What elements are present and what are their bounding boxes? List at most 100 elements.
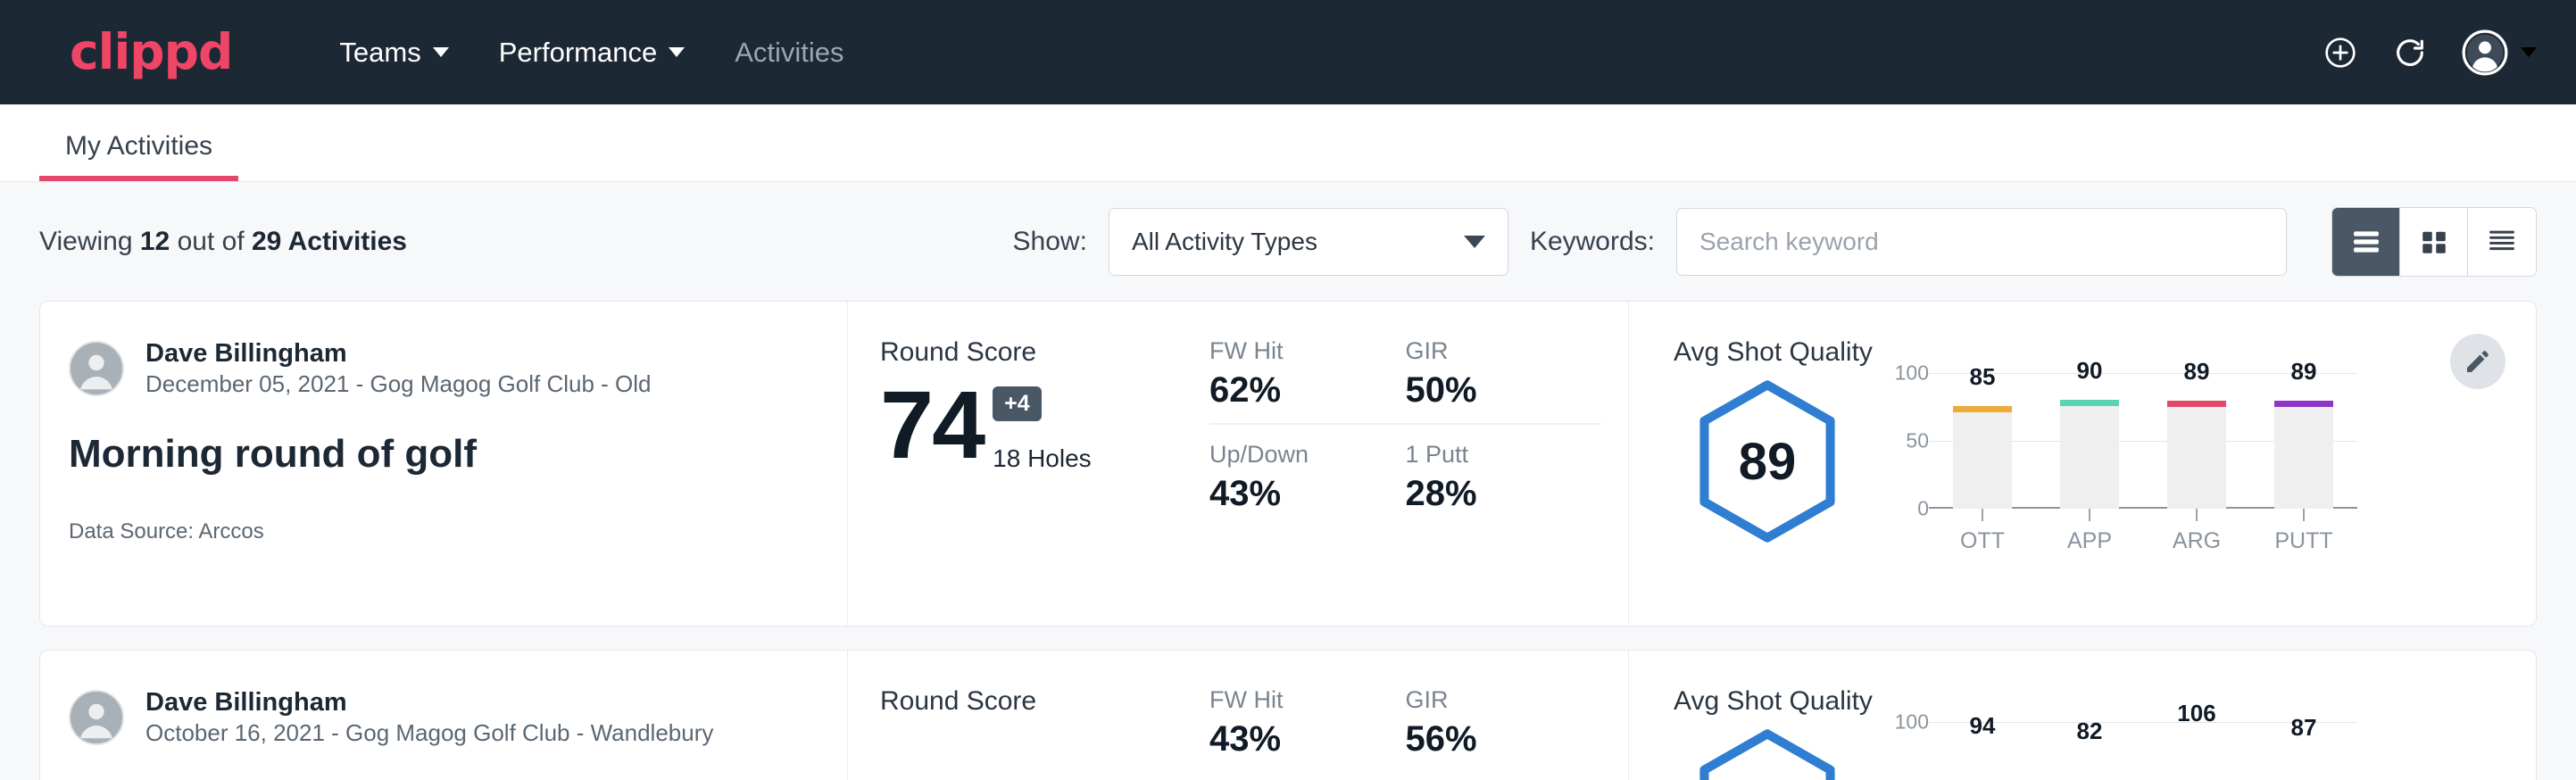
chart-plot-area: 85 90	[1929, 373, 2357, 509]
round-score-block: Round Score	[848, 651, 1209, 780]
round-stats-block: FW Hit 62% GIR 50% Up/Down 43% 1 Putt 28…	[1209, 302, 1629, 626]
round-score-label: Round Score	[880, 337, 1209, 368]
stat-up-down-value: 43%	[1209, 474, 1379, 514]
main-content: Viewing 12 out of 29 Activities Show: Al…	[0, 182, 2576, 780]
x-label-app: APP	[2067, 528, 2112, 554]
stat-one-putt: 1 Putt 28%	[1406, 441, 1602, 527]
y-tick-0: 0	[1917, 497, 1929, 521]
shot-quality-value: 89	[1739, 432, 1797, 492]
bar-putt: 89	[2250, 373, 2357, 509]
bar-ott-value: 85	[1970, 363, 1996, 391]
filter-bar: Viewing 12 out of 29 Activities Show: Al…	[39, 182, 2537, 301]
avg-shot-quality-block: Avg Shot Quality 100	[1629, 651, 2536, 780]
list-view-icon	[2349, 227, 2383, 257]
activity-type-select[interactable]: All Activity Types	[1109, 208, 1508, 276]
bar-app: 82	[2036, 722, 2143, 780]
chart-y-axis: 100	[1881, 722, 1929, 780]
stat-gir: GIR 56%	[1406, 686, 1602, 772]
bar-ott-value: 94	[1970, 712, 1996, 740]
avg-shot-quality-label: Avg Shot Quality	[1674, 337, 2536, 368]
bar-putt-value: 89	[2291, 358, 2317, 386]
bar-ott: 94	[1929, 722, 2036, 780]
search-input[interactable]: Search keyword	[1676, 208, 2287, 276]
app-header: clippd Teams Performance Activities	[0, 0, 2576, 104]
keywords-label: Keywords:	[1530, 227, 1655, 257]
stat-fw-hit: FW Hit 43%	[1209, 686, 1406, 772]
author-name: Dave Billingham	[145, 337, 652, 369]
stat-gir-label: GIR	[1406, 686, 1575, 714]
shot-quality-hexagon: 89	[1674, 373, 1861, 544]
y-tick-50: 50	[1906, 429, 1929, 453]
activity-meta: December 05, 2021 - Gog Magog Golf Club …	[145, 369, 652, 400]
bar-ott: 85	[1929, 373, 2036, 509]
activity-card[interactable]: Dave Billingham October 16, 2021 - Gog M…	[39, 650, 2537, 780]
list-view-toggle[interactable]	[2332, 208, 2400, 276]
stat-up-down-label: Up/Down	[1209, 441, 1379, 469]
tab-my-activities[interactable]: My Activities	[39, 131, 238, 181]
bar-arg: 106	[2143, 722, 2250, 780]
filter-controls: Show: All Activity Types Keywords: Searc…	[1013, 207, 2537, 277]
stat-gir-value: 56%	[1406, 719, 1575, 759]
bar-putt-rect	[2274, 401, 2333, 509]
bar-app-rect	[2060, 400, 2119, 509]
bar-arg-rect	[2167, 401, 2226, 509]
grid-view-icon	[2418, 227, 2450, 257]
shot-quality-bar-chart: 100 50 0 85	[1881, 373, 2357, 554]
y-tick-100: 100	[1895, 710, 1929, 734]
activity-title: Morning round of golf	[69, 432, 808, 477]
avg-shot-quality-block: Avg Shot Quality 89 100 50 0	[1629, 302, 2536, 626]
hexagon-icon	[1692, 727, 1842, 780]
viewing-count: 12	[140, 227, 170, 256]
avatar	[69, 690, 124, 745]
viewing-total: 29 Activities	[252, 227, 407, 256]
nav-item-teams-label: Teams	[339, 37, 420, 69]
add-icon[interactable]	[2323, 35, 2358, 71]
nav-item-activities[interactable]: Activities	[710, 37, 868, 69]
stat-fw-hit-label: FW Hit	[1209, 337, 1379, 365]
activity-author: Dave Billingham December 05, 2021 - Gog …	[69, 337, 808, 400]
account-menu[interactable]	[2462, 29, 2537, 76]
bar-putt: 87	[2250, 722, 2357, 780]
activity-summary: Dave Billingham October 16, 2021 - Gog M…	[40, 651, 848, 780]
edit-activity-button[interactable]	[2450, 334, 2505, 389]
chevron-down-icon	[669, 47, 685, 57]
viewing-middle: out of	[178, 227, 245, 256]
activity-meta: October 16, 2021 - Gog Magog Golf Club -…	[145, 718, 713, 749]
chart-y-axis: 100 50 0	[1881, 373, 1929, 509]
account-avatar-icon	[2462, 29, 2508, 76]
bar-arg-value: 89	[2184, 358, 2210, 386]
bar-app: 90	[2036, 373, 2143, 509]
nav-item-performance[interactable]: Performance	[474, 37, 710, 69]
search-input-placeholder: Search keyword	[1699, 228, 1879, 256]
chevron-down-icon	[1464, 236, 1485, 248]
viewing-summary: Viewing 12 out of 29 Activities	[39, 227, 407, 257]
pencil-icon	[2464, 347, 2492, 376]
stat-gir-label: GIR	[1406, 337, 1575, 365]
round-score-block: Round Score 74 +4 18 Holes	[848, 302, 1209, 626]
holes-count: 18 Holes	[993, 444, 1092, 473]
round-score-value-group: 74 +4 18 Holes	[880, 377, 1209, 473]
author-name: Dave Billingham	[145, 686, 713, 718]
activity-author: Dave Billingham October 16, 2021 - Gog M…	[69, 686, 808, 749]
grid-view-toggle[interactable]	[2400, 208, 2468, 276]
main-nav: Teams Performance Activities	[314, 37, 868, 69]
compact-view-toggle[interactable]	[2468, 208, 2536, 276]
bar-arg-value: 106	[2177, 700, 2215, 727]
nav-item-teams[interactable]: Teams	[314, 37, 473, 69]
clippd-logo[interactable]: clippd	[70, 28, 232, 77]
bar-ott-rect	[1953, 406, 2012, 509]
refresh-icon[interactable]	[2392, 35, 2428, 71]
x-label-ott: OTT	[1960, 528, 2005, 554]
chevron-down-icon	[433, 47, 449, 57]
avatar	[69, 341, 124, 396]
stat-up-down: Up/Down 43%	[1209, 441, 1406, 527]
stat-one-putt-label: 1 Putt	[1406, 441, 1575, 469]
activity-card[interactable]: Dave Billingham December 05, 2021 - Gog …	[39, 301, 2537, 626]
y-tick-100: 100	[1895, 361, 1929, 386]
compact-view-icon	[2485, 227, 2519, 257]
viewing-prefix: Viewing	[39, 227, 133, 256]
show-label: Show:	[1013, 227, 1087, 257]
nav-item-activities-label: Activities	[735, 37, 843, 69]
stat-gir-value: 50%	[1406, 370, 1575, 411]
shot-quality-hexagon	[1674, 722, 1861, 780]
